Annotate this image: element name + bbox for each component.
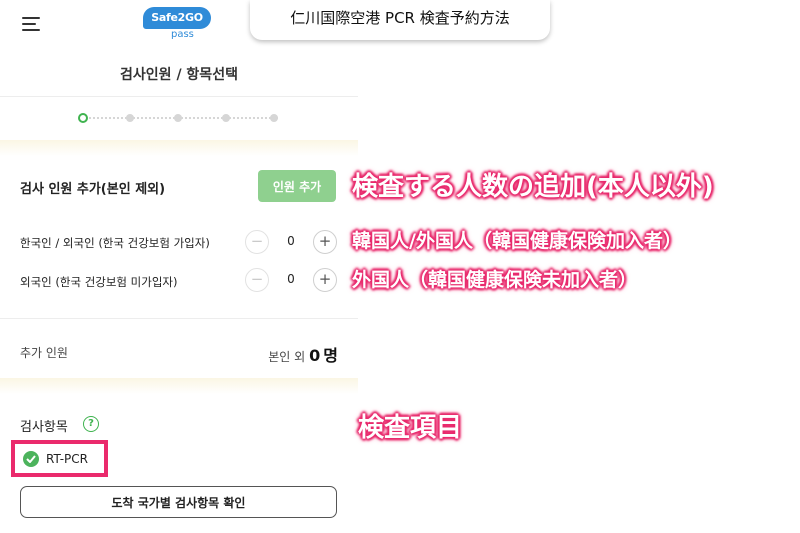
caption-banner: 仁川国際空港 PCR 検査予約方法 (250, 0, 550, 40)
progress-stepper (78, 112, 282, 124)
uninsured-count: 0 (287, 272, 295, 286)
summary-unit: 명 (323, 346, 338, 365)
annotation-uninsured: 外国人（韓国健康保険未加入者） (352, 269, 638, 291)
help-icon[interactable]: ? (83, 416, 99, 432)
divider (0, 318, 358, 319)
uninsured-minus-button[interactable]: − (245, 268, 269, 292)
section-divider (0, 378, 358, 394)
step-dot-4 (222, 114, 230, 122)
add-people-title: 검사 인원 추가(본인 제외) (20, 182, 166, 197)
safe2go-logo: Safe2GO pass (143, 7, 213, 41)
menu-bar (22, 23, 36, 25)
logo-subtext: pass (171, 29, 194, 40)
summary-count: 0 (309, 346, 321, 365)
insured-quantity-stepper: − 0 + (245, 230, 337, 254)
page-title: 검사인원 / 항목선택 (120, 67, 238, 83)
divider (0, 96, 358, 97)
insured-row-label: 한국인 / 외국인 (한국 건강보험 가입자) (20, 236, 210, 250)
section-divider (0, 140, 358, 156)
annotation-add-people: 検査する人数の追加(本人以外) (352, 172, 714, 202)
uninsured-plus-button[interactable]: + (313, 268, 337, 292)
uninsured-quantity-stepper: − 0 + (245, 268, 337, 292)
step-dot-5 (270, 114, 278, 122)
app-panel: Safe2GO pass 검사인원 / 항목선택 검사 인원 추가(본인 제외)… (0, 0, 358, 533)
additional-people-label: 추가 인원 (20, 346, 68, 360)
step-dot-1-active (78, 113, 88, 123)
menu-bar (22, 29, 40, 31)
insured-minus-button[interactable]: − (245, 230, 269, 254)
step-dot-3 (174, 114, 182, 122)
rtpcr-option-label: RT-PCR (46, 452, 88, 466)
add-person-button[interactable]: 인원 추가 (258, 170, 336, 202)
step-dot-2 (126, 114, 134, 122)
test-items-title: 검사항목 (20, 420, 68, 435)
check-tests-by-country-button[interactable]: 도착 국가별 검사항목 확인 (20, 486, 337, 518)
additional-people-summary: 본인 외0명 (268, 342, 338, 366)
uninsured-row-label: 외국인 (한국 건강보험 미가입자) (20, 275, 178, 289)
insured-count: 0 (287, 234, 295, 248)
annotation-insured: 韓国人/外国人（韓国健康保険加入者） (352, 230, 682, 252)
annotation-test-items: 検査項目 (358, 413, 463, 443)
menu-bar (22, 17, 40, 19)
hamburger-menu-icon[interactable] (22, 14, 44, 34)
insured-plus-button[interactable]: + (313, 230, 337, 254)
logo-text: Safe2GO (143, 7, 211, 29)
check-circle-icon[interactable] (23, 451, 39, 467)
summary-prefix: 본인 외 (268, 350, 306, 364)
